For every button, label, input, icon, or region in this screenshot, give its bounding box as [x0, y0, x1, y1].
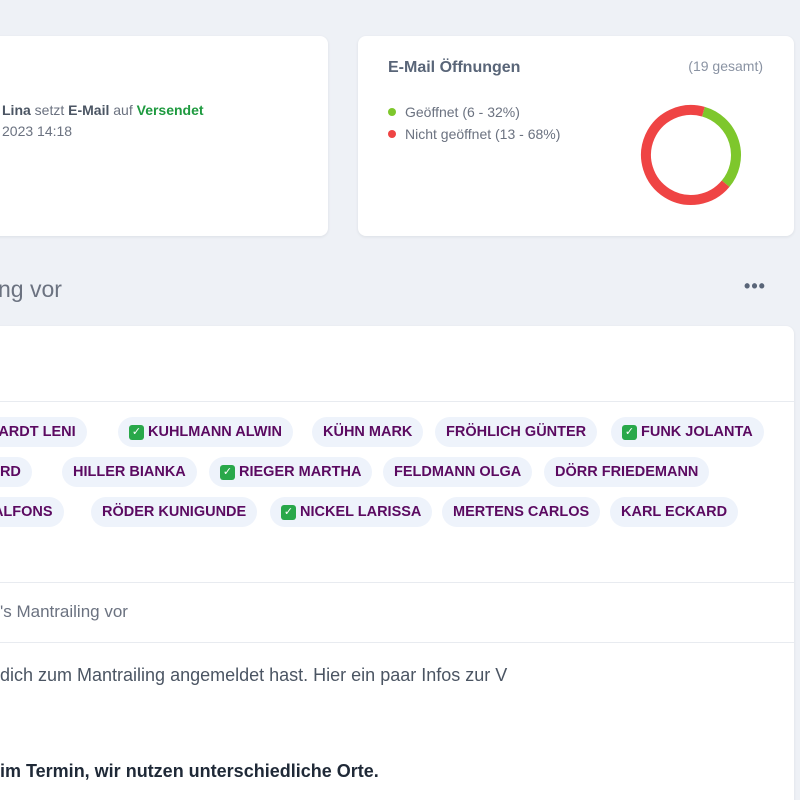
checkmark-icon: ✓ [622, 425, 637, 440]
activity-timestamp: 2023 14:18 [2, 123, 73, 139]
recipient-name: LHARDT LENI [0, 424, 76, 440]
checkmark-icon: ✓ [220, 465, 235, 480]
activity-status: Versendet [136, 102, 204, 118]
email-body-line-bold: im Termin, wir nutzen unterschiedliche O… [0, 761, 379, 781]
recipient-chip[interactable]: FELDMANN OLGA [383, 457, 533, 487]
recipient-name: DÖRR FRIEDEMANN [555, 464, 699, 480]
donut-slice-not-opened[interactable] [641, 105, 730, 205]
divider [0, 642, 794, 643]
activity-object: E-Mail [68, 102, 110, 118]
email-opens-card: E-Mail Öffnungen (19 gesamt) Geöffnet (6… [358, 36, 794, 236]
divider [0, 582, 794, 583]
more-options-button[interactable]: ••• [740, 276, 770, 302]
legend-item-opened: Geöffnet (6 - 32%) [388, 104, 520, 120]
email-opens-title: E-Mail Öffnungen [388, 59, 521, 76]
email-detail-card: LHARDT LENI ✓ KUHLMANN ALWIN KÜHN MARK FRÖHL… [0, 326, 794, 800]
legend-label-opened: Geöffnet (6 - 32%) [405, 104, 520, 120]
activity-verb: setzt [34, 102, 65, 118]
recipient-chip[interactable]: DÖRR FRIEDEMANN [544, 457, 710, 487]
legend-dot-opened [388, 108, 396, 116]
recipient-chip[interactable]: HILLER BIANKA [62, 457, 197, 487]
recipient-chip[interactable]: ✓ RIEGER MARTHA [209, 457, 373, 487]
activity-user[interactable]: Lina [2, 102, 31, 118]
activity-card: Lina setzt E-Mail auf Versendet 2023 14:… [0, 36, 328, 236]
recipient-chip[interactable]: KÜHN MARK [312, 417, 424, 447]
recipient-chip[interactable]: N ALFONS [0, 497, 64, 527]
recipient-name: KÜHN MARK [323, 424, 413, 440]
checkmark-icon: ✓ [129, 425, 144, 440]
recipient-chip[interactable]: ✓ KUHLMANN ALWIN [118, 417, 293, 447]
section-title: ng vor [0, 276, 62, 302]
recipient-name: NICKEL LARISSA [300, 504, 422, 520]
recipient-chip[interactable]: ✓ FUNK JOLANTA [611, 417, 764, 447]
activity-preposition: auf [113, 102, 133, 118]
recipient-name: KARL ECKARD [621, 504, 728, 520]
recipient-chip[interactable]: KARL ECKARD [610, 497, 739, 527]
email-opens-total: (19 gesamt) [688, 58, 763, 74]
recipient-name: RIEGER MARTHA [239, 464, 362, 480]
recipient-name: FRÖHLICH GÜNTER [446, 424, 587, 440]
email-body-line: dich zum Mantrailing angemeldet hast. Hi… [0, 665, 508, 685]
legend-label-not-opened: Nicht geöffnet (13 - 68%) [405, 126, 561, 142]
activity-entry: Lina setzt E-Mail auf Versendet [2, 102, 204, 118]
recipient-name: MERTENS CARLOS [453, 504, 590, 520]
donut-slice-opened[interactable] [701, 106, 741, 187]
recipient-chip[interactable]: ✓ NICKEL LARISSA [270, 497, 433, 527]
recipient-chip[interactable]: MERTENS CARLOS [442, 497, 601, 527]
recipient-chip[interactable]: FRÖHLICH GÜNTER [435, 417, 598, 447]
recipient-name: N ALFONS [0, 504, 53, 520]
email-subject: 's Mantrailing vor [0, 602, 128, 621]
email-opens-donut-chart [641, 105, 741, 205]
checkmark-icon: ✓ [281, 505, 296, 520]
recipient-chip[interactable]: RÖDER KUNIGUNDE [91, 497, 258, 527]
recipient-name: FELDMANN OLGA [394, 464, 522, 480]
recipient-chip[interactable]: LHARDT LENI [0, 417, 87, 447]
more-horizontal-icon: ••• [744, 276, 766, 296]
recipient-name: HARD [0, 464, 21, 480]
recipient-chip[interactable]: HARD [0, 457, 32, 487]
legend-dot-not-opened [388, 130, 396, 138]
divider [0, 401, 794, 402]
recipient-name: HILLER BIANKA [73, 464, 186, 480]
recipient-name: KUHLMANN ALWIN [148, 424, 282, 440]
recipient-name: FUNK JOLANTA [641, 424, 753, 440]
legend-item-not-opened: Nicht geöffnet (13 - 68%) [388, 126, 560, 142]
recipient-name: RÖDER KUNIGUNDE [102, 504, 247, 520]
